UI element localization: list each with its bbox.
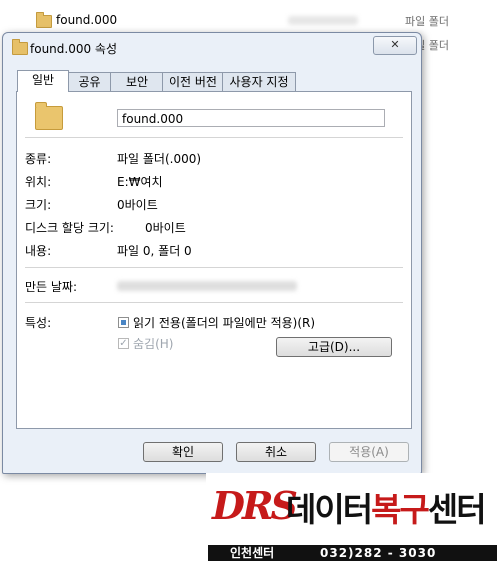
separator: [25, 267, 403, 268]
hidden-label[interactable]: 숨김(H): [133, 335, 173, 352]
folder-name-input[interactable]: found.000: [117, 109, 385, 127]
properties-dialog: found.000 속성 ✕ 일반 공유 보안 이전 버전 사용자 지정 fou…: [2, 32, 422, 474]
explorer-row-found[interactable]: found.000 파일 폴더: [0, 10, 500, 30]
contains-label: 내용:: [25, 244, 52, 258]
logo-brand: DRS: [212, 483, 298, 528]
blurred-date: [288, 16, 358, 25]
logo-title: 데이터복구센터: [286, 483, 487, 531]
logo-location: 인천센터: [230, 546, 275, 560]
explorer-row-type: 파일 폴더: [405, 15, 449, 28]
tab-customize[interactable]: 사용자 지정: [222, 72, 296, 91]
tab-previous-versions[interactable]: 이전 버전: [162, 72, 224, 91]
logo-phone: 032)282 - 3030: [320, 546, 437, 560]
logo-text-c: 센터: [427, 490, 487, 529]
apply-button[interactable]: 적용(A): [329, 442, 409, 462]
created-label: 만든 날짜:: [25, 280, 78, 294]
size-value: 0바이트: [117, 198, 158, 212]
attributes-label: 특성:: [25, 316, 52, 330]
cancel-button[interactable]: 취소: [236, 442, 316, 462]
folder-icon: [12, 39, 28, 55]
disk-size-value: 0바이트: [145, 221, 186, 235]
logo-text-a: 데이터: [286, 490, 373, 529]
readonly-label[interactable]: 읽기 전용(폴더의 파일에만 적용)(R): [133, 314, 315, 331]
size-label: 크기:: [25, 198, 52, 212]
readonly-checkbox[interactable]: [118, 317, 129, 328]
contains-value: 파일 0, 폴더 0: [117, 244, 192, 258]
ok-button[interactable]: 확인: [143, 442, 223, 462]
type-value: 파일 폴더(.000): [117, 152, 202, 166]
disk-size-label: 디스크 할당 크기:: [25, 221, 114, 235]
logo-text-b: 복구: [371, 490, 430, 529]
hidden-checkbox[interactable]: ✓: [118, 338, 129, 349]
folder-icon: [35, 102, 63, 130]
general-panel: found.000 종류: 파일 폴더(.000) 위치: E:₩여치 크기: …: [16, 91, 412, 429]
dialog-title: found.000 속성: [30, 42, 118, 56]
logo-main: DRS 데이터복구센터: [210, 477, 495, 539]
close-button[interactable]: ✕: [373, 36, 417, 55]
drs-logo: DRS 데이터복구센터 인천센터 032)282 - 3030: [206, 473, 499, 563]
dialog-titlebar[interactable]: found.000 속성 ✕: [3, 33, 421, 59]
tab-sharing[interactable]: 공유: [67, 72, 112, 91]
tab-general[interactable]: 일반: [17, 70, 69, 92]
location-label: 위치:: [25, 175, 52, 189]
tab-security[interactable]: 보안: [110, 72, 164, 91]
separator: [25, 302, 403, 303]
location-value: E:₩여치: [117, 175, 163, 189]
separator: [25, 137, 403, 138]
advanced-button[interactable]: 고급(D)...: [276, 337, 392, 357]
logo-contact-bar: 인천센터 032)282 - 3030: [208, 545, 497, 561]
explorer-row-name: found.000: [56, 13, 118, 27]
type-label: 종류:: [25, 152, 52, 166]
blurred-created-value: [117, 281, 297, 291]
folder-icon: [36, 12, 52, 28]
